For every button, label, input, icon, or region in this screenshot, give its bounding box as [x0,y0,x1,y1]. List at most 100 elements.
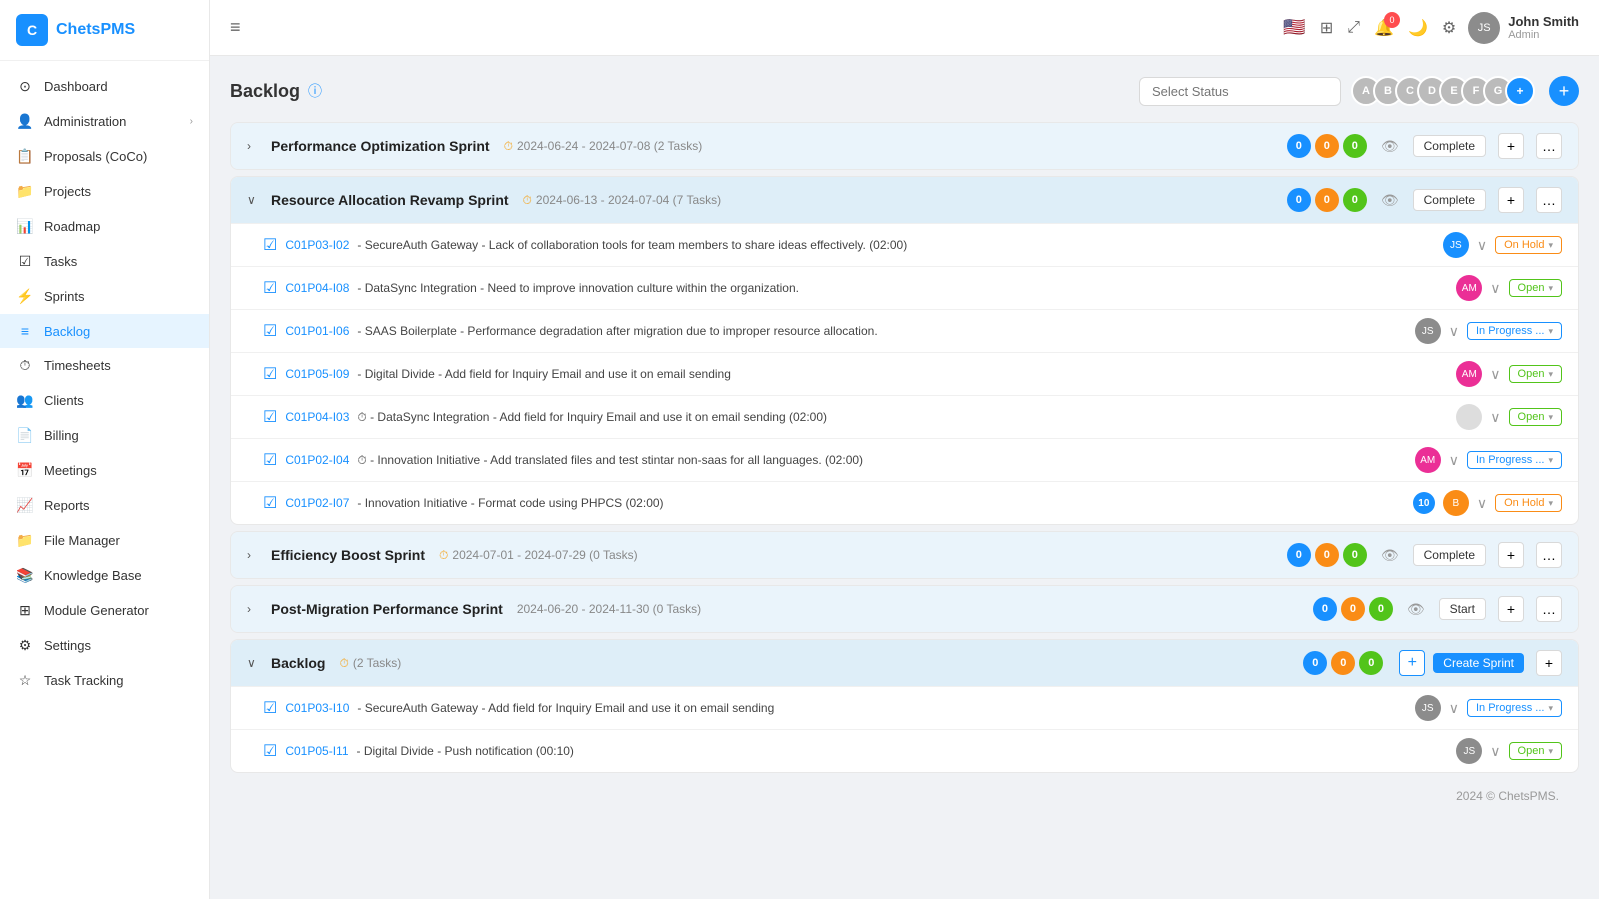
avatar: AM [1456,275,1482,301]
add-member-button[interactable]: + [1549,76,1579,106]
notification-icon[interactable]: 🔔 0 [1374,18,1394,38]
sidebar-item-knowledge-base[interactable]: 📚 Knowledge Base [0,558,209,593]
eye-icon[interactable]: 👁 [1381,547,1399,564]
task-id[interactable]: C01P05-I11 [285,744,348,758]
backlog-add-button[interactable]: + [1536,650,1562,676]
sprint-header[interactable]: › Performance Optimization Sprint ⏱ 2024… [231,123,1578,169]
grid-icon[interactable]: ⊞ [1320,18,1333,38]
sidebar-item-billing[interactable]: 📄 Billing [0,418,209,453]
sidebar-item-label: File Manager [44,533,193,548]
gear-icon[interactable]: ⚙ [1442,18,1456,38]
add-task-button[interactable]: + [1498,133,1524,159]
sidebar-item-administration[interactable]: 👤 Administration › [0,104,209,139]
sprint-header[interactable]: ∨ Resource Allocation Revamp Sprint ⏱ 20… [231,177,1578,223]
task-checkbox[interactable]: ☑ [263,493,277,513]
add-to-backlog-button[interactable]: + [1399,650,1425,676]
sidebar-item-settings[interactable]: ⚙ Settings [0,628,209,663]
eye-icon[interactable]: 👁 [1381,192,1399,209]
badge-orange: 0 [1331,651,1355,675]
sidebar-item-clients[interactable]: 👥 Clients [0,383,209,418]
status-select[interactable] [1139,77,1341,106]
status-badge[interactable]: Open ▾ [1509,742,1562,760]
complete-sprint-button[interactable]: Complete [1413,189,1486,211]
clock-icon: ⏱ [523,193,532,208]
task-id[interactable]: C01P02-I04 [285,453,349,467]
start-sprint-button[interactable]: Start [1439,598,1486,620]
expand-icon[interactable]: ∨ [1449,700,1459,717]
status-badge[interactable]: On Hold ▾ [1495,494,1562,512]
expand-icon[interactable]: ∨ [1477,237,1487,254]
task-id[interactable]: C01P05-I09 [285,367,349,381]
expand-icon[interactable]: ∨ [1490,366,1500,383]
hamburger-menu[interactable]: ≡ [230,17,241,38]
info-icon[interactable]: ⓘ [308,81,322,101]
task-id[interactable]: C01P03-I02 [285,238,349,252]
sprint-more-button[interactable]: … [1536,187,1562,213]
sprint-header[interactable]: › Post-Migration Performance Sprint 2024… [231,586,1578,632]
sidebar-item-sprints[interactable]: ⚡ Sprints [0,279,209,314]
status-badge[interactable]: In Progress ... ▾ [1467,699,1562,717]
sidebar-item-proposals[interactable]: 📋 Proposals (CoCo) [0,139,209,174]
sidebar-item-timesheets[interactable]: ⏱ Timesheets [0,348,209,383]
chevron-right-icon: › [247,548,263,562]
sidebar-item-backlog[interactable]: ≡ Backlog [0,314,209,348]
language-flag[interactable]: 🇺🇸 [1283,17,1305,38]
task-checkbox[interactable]: ☑ [263,407,277,427]
badge-blue: 0 [1303,651,1327,675]
add-task-button[interactable]: + [1498,187,1524,213]
expand-icon[interactable]: ∨ [1477,495,1487,512]
eye-icon[interactable]: 👁 [1407,601,1425,618]
task-title: - Innovation Initiative - Format code us… [357,496,1404,510]
task-checkbox[interactable]: ☑ [263,278,277,298]
sidebar-item-roadmap[interactable]: 📊 Roadmap [0,209,209,244]
backlog-sprint-header[interactable]: ∨ Backlog ⏱ (2 Tasks) 0 0 0 + Create Spr… [231,640,1578,686]
expand-icon[interactable]: ∨ [1490,743,1500,760]
task-id[interactable]: C01P04-I03 [285,410,349,424]
sprint-header[interactable]: › Efficiency Boost Sprint ⏱ 2024-07-01 -… [231,532,1578,578]
status-badge[interactable]: Open ▾ [1509,408,1562,426]
task-checkbox[interactable]: ☑ [263,321,277,341]
expand-icon[interactable]: ∨ [1490,280,1500,297]
sidebar-item-dashboard[interactable]: ⊙ Dashboard [0,69,209,104]
expand-icon[interactable]: ∨ [1490,409,1500,426]
status-badge[interactable]: Open ▾ [1509,365,1562,383]
sidebar-item-projects[interactable]: 📁 Projects [0,174,209,209]
sidebar-item-task-tracking[interactable]: ☆ Task Tracking [0,663,209,698]
fullscreen-icon[interactable]: ⤢ [1347,19,1360,37]
add-task-button[interactable]: + [1498,542,1524,568]
task-checkbox[interactable]: ☑ [263,364,277,384]
sidebar-item-meetings[interactable]: 📅 Meetings [0,453,209,488]
theme-icon[interactable]: 🌙 [1408,18,1428,38]
complete-sprint-button[interactable]: Complete [1413,544,1486,566]
sidebar-item-file-manager[interactable]: 📁 File Manager [0,523,209,558]
sprint-more-button[interactable]: … [1536,133,1562,159]
user-profile[interactable]: JS John Smith Admin [1468,12,1579,44]
create-sprint-button[interactable]: Create Sprint [1433,653,1524,673]
task-checkbox[interactable]: ☑ [263,698,277,718]
status-badge[interactable]: Open ▾ [1509,279,1562,297]
eye-icon[interactable]: 👁 [1381,138,1399,155]
status-badge[interactable]: In Progress ... ▾ [1467,451,1562,469]
status-badge[interactable]: In Progress ... ▾ [1467,322,1562,340]
add-task-button[interactable]: + [1498,596,1524,622]
timesheets-icon: ⏱ [16,357,34,374]
expand-icon[interactable]: ∨ [1449,452,1459,469]
sprint-more-button[interactable]: … [1536,596,1562,622]
avatar-more[interactable]: + [1505,76,1535,106]
task-checkbox[interactable]: ☑ [263,450,277,470]
sidebar-item-tasks[interactable]: ☑ Tasks [0,244,209,279]
task-checkbox[interactable]: ☑ [263,741,277,761]
sidebar-item-module-generator[interactable]: ⊞ Module Generator [0,593,209,628]
sprint-more-button[interactable]: … [1536,542,1562,568]
expand-icon[interactable]: ∨ [1449,323,1459,340]
task-id[interactable]: C01P02-I07 [285,496,349,510]
sidebar-item-reports[interactable]: 📈 Reports [0,488,209,523]
status-badge[interactable]: On Hold ▾ [1495,236,1562,254]
complete-sprint-button[interactable]: Complete [1413,135,1486,157]
task-id[interactable]: C01P03-I10 [285,701,349,715]
chevron-right-icon: › [247,602,263,616]
page-title: Backlog [230,81,300,102]
task-checkbox[interactable]: ☑ [263,235,277,255]
task-id[interactable]: C01P01-I06 [285,324,349,338]
task-id[interactable]: C01P04-I08 [285,281,349,295]
